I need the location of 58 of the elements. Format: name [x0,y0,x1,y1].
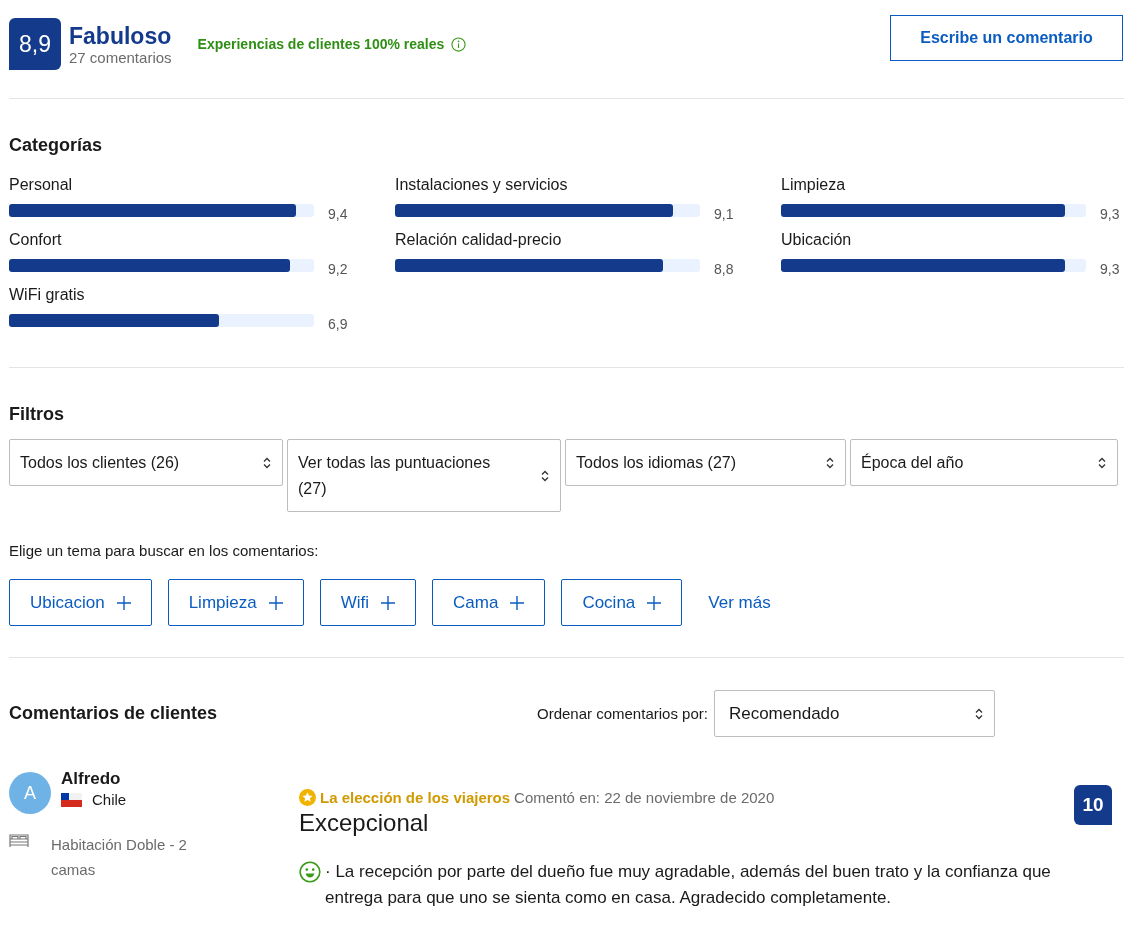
flag-icon [61,792,82,807]
smiley-icon [299,861,321,883]
filter-dropdown[interactable]: Todos los idiomas (27) [565,439,846,486]
sort-label: Ordenar comentarios por: [537,705,708,722]
see-more-link[interactable]: Ver más [708,592,771,613]
write-review-button[interactable]: Escribe un comentario [890,15,1123,61]
review-count: 27 comentarios [69,48,172,66]
sort-dropdown[interactable]: Recomendado [713,690,995,737]
category-score: 9,3 [1100,206,1120,222]
sort-arrows-icon [973,706,984,721]
plus-icon [268,595,283,610]
review-date: Comentó en: 22 de noviembre de 2020 [514,788,775,806]
category-score: 6,9 [328,316,348,332]
bed-icon [9,832,29,848]
category-label: Confort [9,231,63,250]
sort-arrows-icon [540,468,550,483]
plus-icon [381,595,396,610]
sort-arrows-icon [1097,455,1107,470]
reviewer-country: Chile [92,791,127,808]
filter-dropdown[interactable]: Ver todas las puntuaciones (27) [287,439,561,512]
filter-dropdown[interactable]: Época del año [850,439,1118,486]
topic-chip[interactable]: Limpieza [167,579,304,626]
score-badge: 8,9 [9,18,61,70]
topic-chip[interactable]: Ubicacion [9,579,152,626]
reviewer-name: Alfredo [61,769,122,789]
section-title: Categorías [9,135,104,156]
category-score: 9,4 [328,206,348,222]
traveler-choice-label: La elección de los viajeros [320,788,511,806]
category-label: Instalaciones y servicios [395,176,569,195]
rating-label: Fabuloso [69,22,172,49]
info-icon[interactable] [451,36,467,52]
section-title: Comentarios de clientes [9,703,219,724]
review-text: · La recepción por parte del dueño fue muy agradable, además del buen trato y la confianza que entrega para que uno se sienta como en casa. Agradecido completamente. [325,861,1052,909]
category-label: Limpieza [781,176,847,195]
category-score: 9,3 [1100,261,1120,277]
category-label: WiFi gratis [9,286,86,305]
verified-label: Experiencias de clientes 100% reales [197,36,445,52]
plus-icon [647,595,662,610]
filter-dropdown[interactable]: Todos los clientes (26) [9,439,283,486]
category-label: Relación calidad-precio [395,231,563,250]
review-score: 10 [1074,785,1112,825]
topic-prompt: Elige un tema para buscar en los comentarios: [9,542,320,559]
plus-icon [116,595,131,610]
topic-chip[interactable]: Cama [432,579,546,626]
sort-arrows-icon [825,455,835,470]
topic-chip[interactable]: Cocina [561,579,683,626]
avatar: A [9,772,51,814]
topic-chip[interactable]: Wifi [319,579,417,626]
category-label: Personal [9,176,74,195]
plus-icon [510,595,525,610]
category-label: Ubicación [781,231,853,250]
sort-arrows-icon [262,455,272,470]
review-headline: Excepcional [299,809,430,837]
category-score: 9,2 [328,261,348,277]
room-type: Habitación Doble - 2 camas [51,835,188,880]
category-score: 8,8 [714,261,734,277]
section-title: Filtros [9,404,65,425]
category-score: 9,1 [714,206,734,222]
